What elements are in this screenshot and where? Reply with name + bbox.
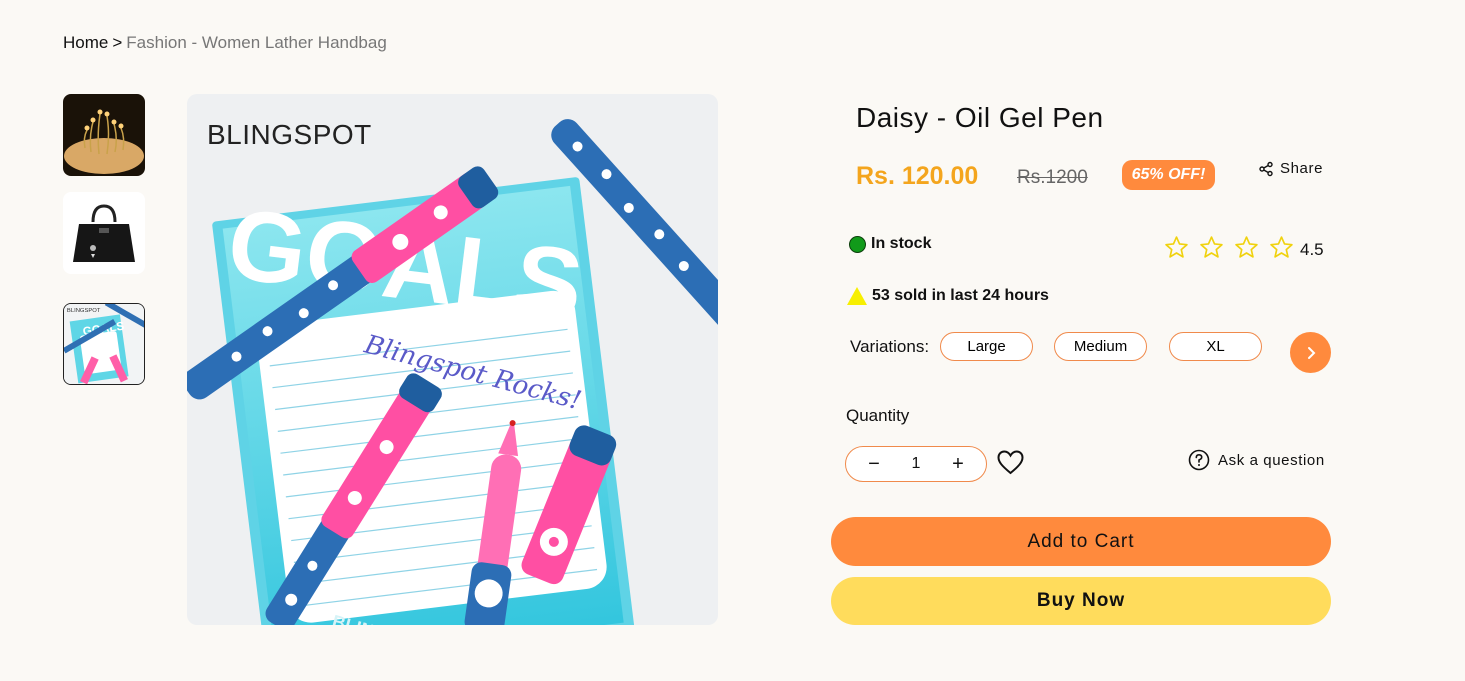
- question-circle-icon: [1188, 449, 1210, 471]
- quantity-label: Quantity: [846, 406, 910, 425]
- breadcrumb-current[interactable]: Fashion - Women Lather Handbag: [126, 33, 387, 52]
- chevron-right-icon: [1307, 346, 1315, 359]
- variations-selector: Variations: Large Medium XL: [850, 332, 1263, 361]
- thumbnail-birthday-candles[interactable]: [63, 94, 145, 176]
- quantity-increase-button[interactable]: +: [950, 453, 966, 476]
- stock-status: In stock: [849, 235, 931, 253]
- sold-count-label: 53 sold in last 24 hours: [872, 287, 1049, 304]
- quantity-stepper: − 1 +: [845, 446, 987, 482]
- rating-value: 4.5: [1300, 240, 1324, 259]
- ask-question-label: Ask a question: [1218, 451, 1325, 469]
- wishlist-heart-icon[interactable]: [997, 450, 1024, 475]
- ask-question-button[interactable]: Ask a question: [1188, 449, 1325, 471]
- sold-count: 53 sold in last 24 hours: [846, 286, 1049, 306]
- buy-now-button[interactable]: Buy Now: [831, 577, 1331, 625]
- add-to-cart-button[interactable]: Add to Cart: [831, 517, 1331, 566]
- breadcrumb-home-link[interactable]: Home: [63, 33, 108, 52]
- product-rating: 4.5: [1164, 235, 1324, 260]
- thumbnail-gel-pens[interactable]: GOALS BLINGSPOT: [63, 303, 145, 385]
- variations-next-button[interactable]: [1290, 332, 1331, 373]
- stock-status-label: In stock: [871, 235, 932, 252]
- quantity-decrease-button[interactable]: −: [866, 453, 882, 476]
- original-price: Rs.1200: [1017, 167, 1088, 188]
- product-title: Daisy - Oil Gel Pen: [856, 102, 1104, 133]
- variation-large-button[interactable]: Large: [940, 332, 1034, 361]
- gel-pens-notepad-image: GOALS BLINGSPOT: [64, 304, 144, 384]
- star-icon: [1235, 236, 1258, 258]
- discount-badge: 65% OFF!: [1122, 160, 1215, 190]
- star-icon: [1200, 236, 1223, 258]
- quantity-value[interactable]: 1: [912, 455, 921, 473]
- birthday-candles-image: [63, 94, 145, 176]
- svg-text:BLINGSPOT: BLINGSPOT: [67, 308, 101, 314]
- in-stock-dot-icon: [849, 235, 866, 253]
- warning-triangle-icon: [847, 287, 867, 305]
- product-price: Rs. 120.00: [856, 162, 979, 190]
- brand-logo: BLINGSPOT: [207, 119, 372, 150]
- breadcrumb-separator: >: [112, 33, 123, 52]
- black-handbag-image: [63, 192, 145, 274]
- variation-medium-button[interactable]: Medium: [1054, 332, 1148, 361]
- share-label: Share: [1280, 160, 1324, 177]
- star-icon: [1165, 236, 1188, 258]
- share-button[interactable]: Share: [1258, 160, 1323, 177]
- thumbnail-black-handbag[interactable]: [63, 192, 145, 274]
- share-icon: [1259, 161, 1273, 176]
- variation-xl-button[interactable]: XL: [1169, 332, 1263, 361]
- star-icon: [1270, 236, 1293, 258]
- main-product-image: GOALS Blingspot Rocks! BLINGSPOT: [187, 94, 718, 625]
- breadcrumb: Home > Fashion - Women Lather Handbag: [63, 33, 387, 53]
- variations-label: Variations:: [850, 336, 930, 356]
